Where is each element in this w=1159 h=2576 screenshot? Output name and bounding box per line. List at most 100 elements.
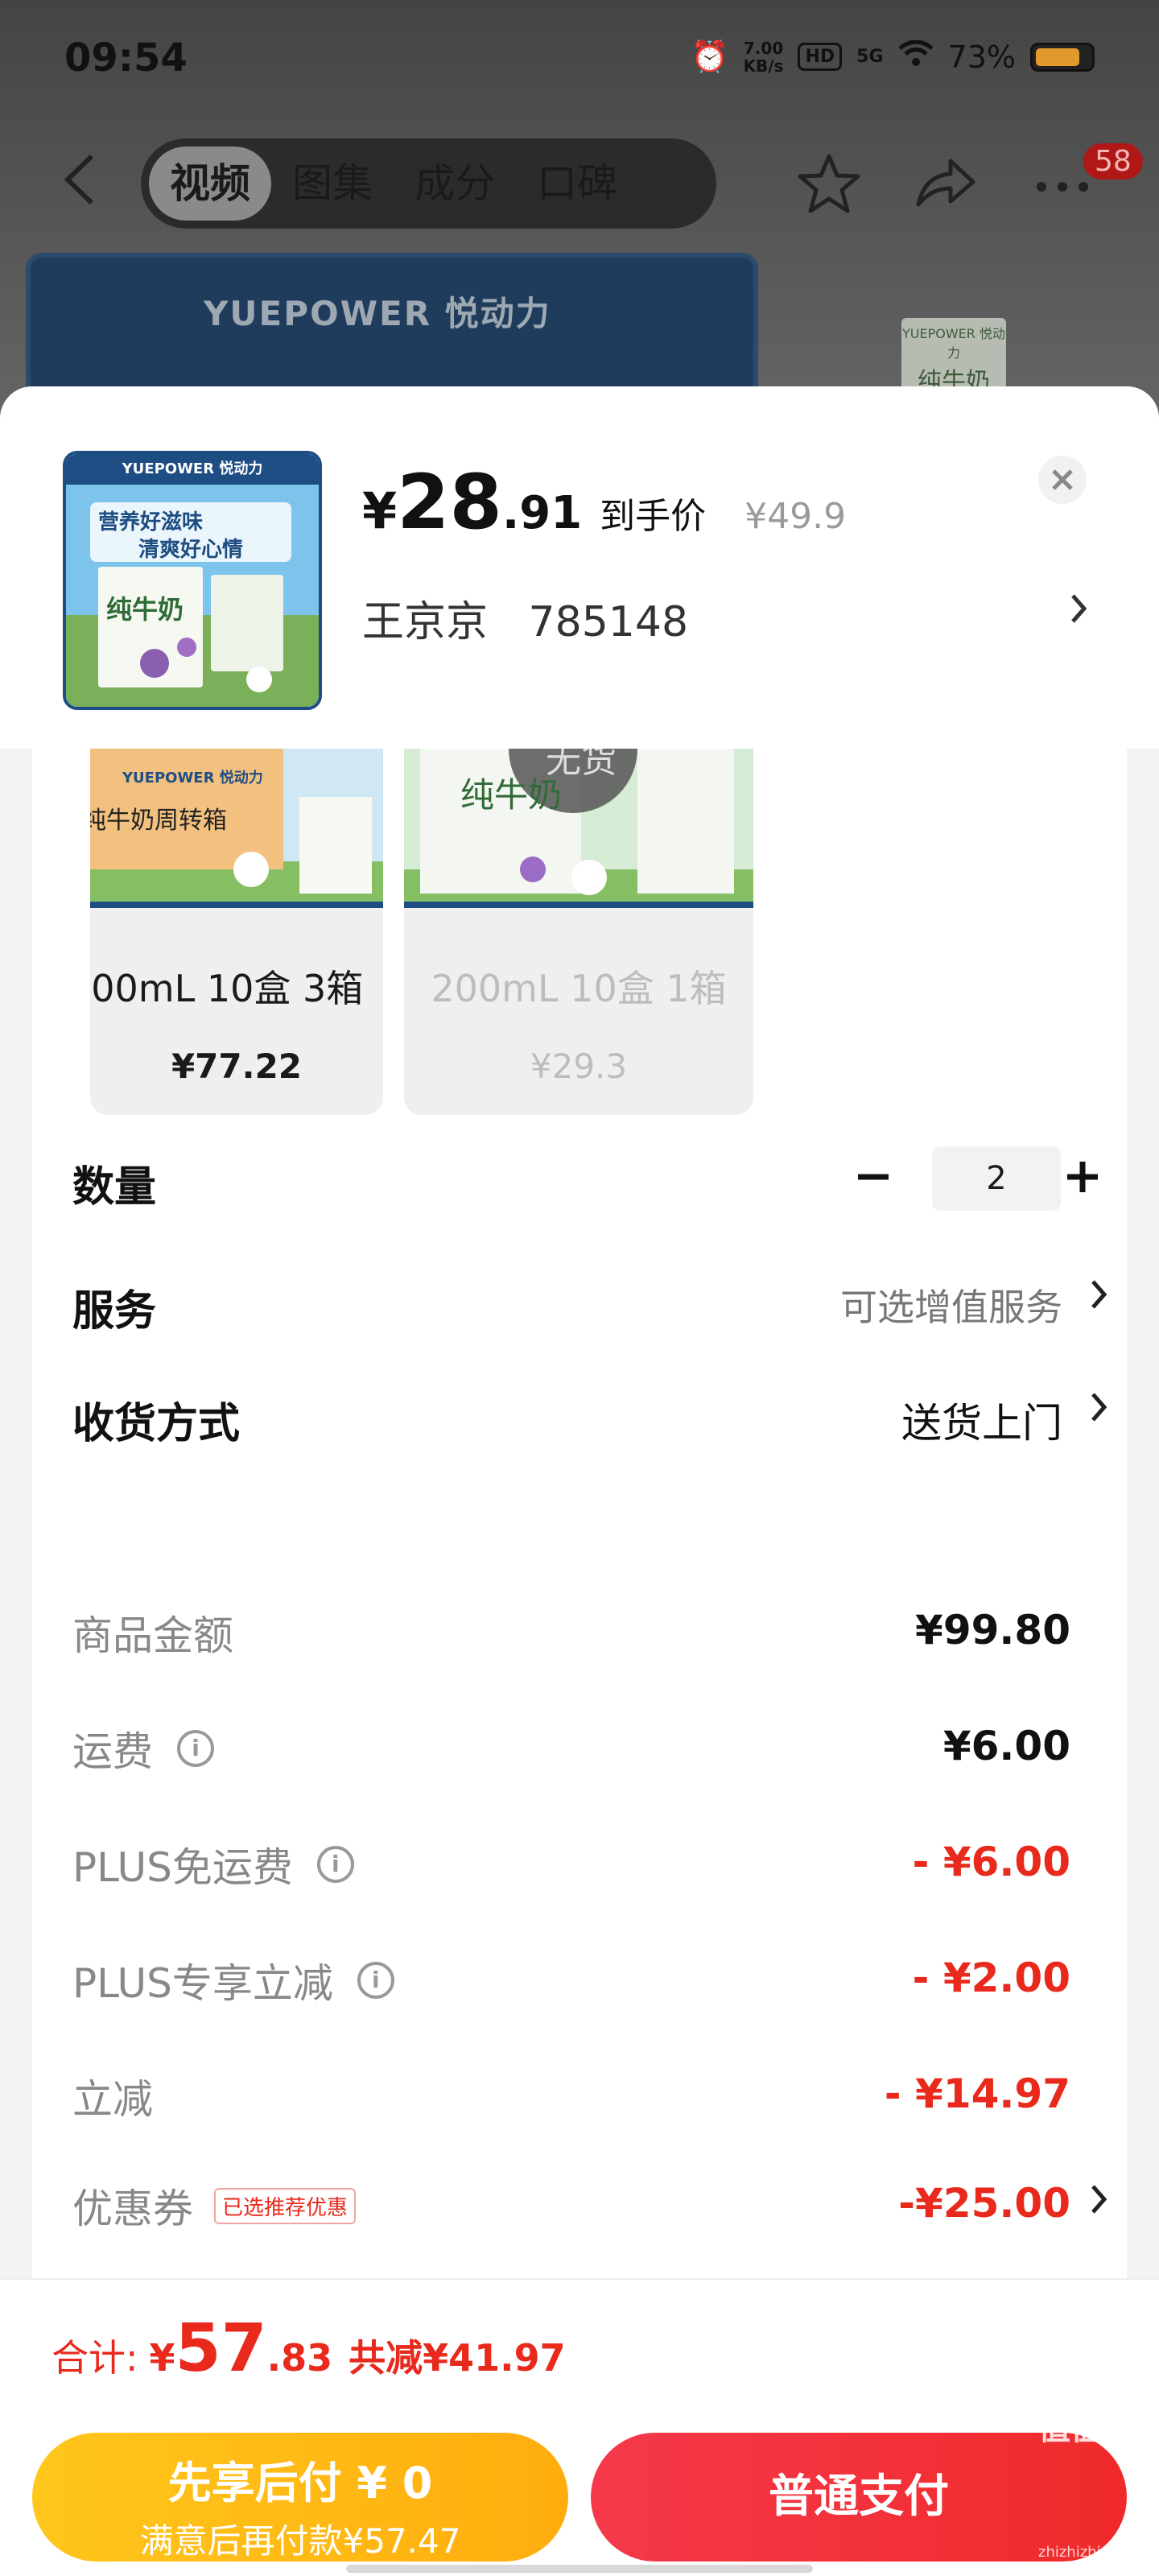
pay-normal-button[interactable]: 普通支付 [591,2433,1127,2562]
total-label: 合计: [52,2336,138,2380]
battery-percent: 73% [947,39,1016,75]
sku-image: 纯牛奶 无货 [404,749,753,908]
fee-label: 优惠券 已选推荐优惠 [72,2177,357,2235]
fee-row-plus-discount: PLUS专享立减 i - ¥2.00 [72,1943,1070,2016]
home-indicator[interactable] [346,2565,813,2573]
banner-brand-text: YUEPOWER 悦动力 [204,294,551,333]
sku-name: 200mL 10盒 3箱 [90,967,364,1010]
total-savings: 共减¥41.97 [349,2336,566,2380]
coupon-tag: 已选推荐优惠 [214,2187,357,2224]
message-count-badge: 58 [1083,143,1143,180]
price-symbol: ¥ [362,481,398,540]
network-5g-icon: 5G [856,47,884,67]
minus-button[interactable] [845,1145,901,1209]
address-selector[interactable]: 王京京 785148 [362,588,688,648]
total-decimal: .83 [266,2336,333,2380]
quantity-row: 数量 2 [72,1141,1111,1214]
net-speed-unit: KB/s [743,56,784,76]
status-icons: ⏰ 7.00 KB/s HD 5G 73% [691,39,1095,75]
fee-row-goods: 商品金额 ¥99.80 [72,1596,1070,1668]
share-icon[interactable] [909,151,982,216]
fee-label: PLUS免运费 i [72,1835,354,1893]
fee-label-text: PLUS免运费 [72,1844,293,1891]
delivery-value: 送货上门 [901,1400,1062,1447]
product-image: YUEPOWER 悦动力 营养好滋味 清爽好心情 纯牛奶 [63,451,322,710]
sheet-header: YUEPOWER 悦动力 营养好滋味 清爽好心情 纯牛奶 ¥ 28 .91 到手… [0,386,1159,749]
net-speed-value: 7.00 [743,38,784,58]
thumb-brand: YUEPOWER 悦动力 [902,326,1005,361]
watermark-domain: zhizhizhi.com [1038,2544,1136,2561]
quantity-label: 数量 [72,1163,157,1212]
wifi-icon [897,39,934,75]
back-icon[interactable] [56,151,113,208]
total-line: 合计: ¥ 57 .83 共减¥41.97 [52,2310,566,2387]
chevron-right-icon[interactable] [1066,588,1091,640]
tab-gallery[interactable]: 图集 [271,147,394,221]
status-time: 09:54 [64,35,188,80]
sku-price: ¥29.3 [530,1046,628,1086]
sku-name: 200mL 10盒 1箱 [431,967,727,1010]
favorite-star-icon[interactable] [793,151,865,216]
fee-value: -¥25.00 [898,2180,1070,2227]
delivery-label: 收货方式 [72,1400,241,1448]
top-nav: 视频 图集 成分 口碑 58 [0,135,1159,232]
close-button[interactable] [1038,456,1087,504]
alarm-icon: ⏰ [691,39,729,74]
fee-row-coupon[interactable]: 优惠券 已选推荐优惠 -¥25.00 [72,2169,1107,2241]
hd-icon: HD [798,43,843,71]
quantity-input[interactable]: 2 [932,1146,1061,1211]
price-integer: 28 [397,459,502,547]
delivery-row[interactable]: 收货方式 送货上门 [72,1378,1111,1451]
chevron-right-icon [1087,1386,1111,1439]
pay-later-label: 先享后付 ¥ 0 [167,2458,433,2508]
service-row[interactable]: 服务 可选增值服务 [72,1265,1111,1338]
total-symbol: ¥ [149,2336,175,2380]
sku-image-caption: 纯牛奶周转箱 [90,807,227,835]
info-icon[interactable]: i [177,1730,214,1767]
service-value: 可选增值服务 [840,1286,1062,1329]
fee-label-text: 立减 [72,2076,153,2123]
product-image-name: 纯牛奶 [106,594,184,625]
plus-icon [1067,1162,1098,1192]
plus-button[interactable] [1054,1145,1111,1209]
product-image-slogan-1: 营养好滋味 [98,510,204,535]
tab-reviews[interactable]: 口碑 [516,147,638,221]
sku-price: ¥77.22 [171,1046,303,1086]
chevron-right-icon [1087,1274,1111,1326]
sku-option-unavailable[interactable]: 纯牛奶 无货 200mL 10盒 1箱 ¥29.3 [404,749,753,1115]
battery-icon [1030,42,1095,72]
service-label: 服务 [72,1287,157,1335]
sku-options-area: YUEPOWER 悦动力 纯牛奶周转箱 200mL 10盒 3箱 ¥77.22 … [32,749,1127,1674]
receiver-name: 王京京 [362,598,489,646]
fee-label-text: 优惠券 [72,2186,193,2232]
fee-value: ¥99.80 [915,1607,1070,1653]
price-decimal: .91 [501,487,583,539]
fee-row-instant-discount: 立减 - ¥14.97 [72,2059,1070,2132]
total-integer: 57 [175,2310,267,2387]
fee-label: 商品金额 [72,1604,233,1662]
fee-row-shipping: 运费 i ¥6.00 [72,1711,1070,1784]
price-tag: 到手价 [600,496,707,537]
tab-video[interactable]: 视频 [149,147,271,221]
fee-label: 运费 i [72,1719,214,1777]
fee-value: - ¥2.00 [912,1955,1070,2001]
tab-ingredients[interactable]: 成分 [394,147,516,221]
receiver-code: 785148 [528,598,689,646]
minus-icon [858,1174,889,1180]
info-icon[interactable]: i [357,1962,394,1999]
fee-label-text: PLUS专享立减 [72,1960,333,2007]
chevron-right-icon [1087,2178,1111,2231]
net-speed: 7.00 KB/s [744,39,784,75]
sku-image: YUEPOWER 悦动力 纯牛奶周转箱 [90,749,383,908]
quantity-stepper: 2 [845,1141,1111,1214]
media-tabs: 视频 图集 成分 口碑 [141,138,716,229]
watermark-logo: 值值值 [1038,2410,1135,2447]
sku-option[interactable]: YUEPOWER 悦动力 纯牛奶周转箱 200mL 10盒 3箱 ¥77.22 [90,749,383,1115]
fee-label-text: 运费 [72,1728,153,1775]
info-icon[interactable]: i [316,1846,354,1883]
pay-later-button[interactable]: 先享后付 ¥ 0 满意后再付款¥57.47 [32,2433,568,2562]
original-price: ¥49.9 [744,496,847,537]
fee-label-text: 商品金额 [72,1612,233,1659]
status-bar: 09:54 ⏰ 7.00 KB/s HD 5G 73% [0,0,1159,121]
fee-value: - ¥14.97 [884,2070,1070,2117]
